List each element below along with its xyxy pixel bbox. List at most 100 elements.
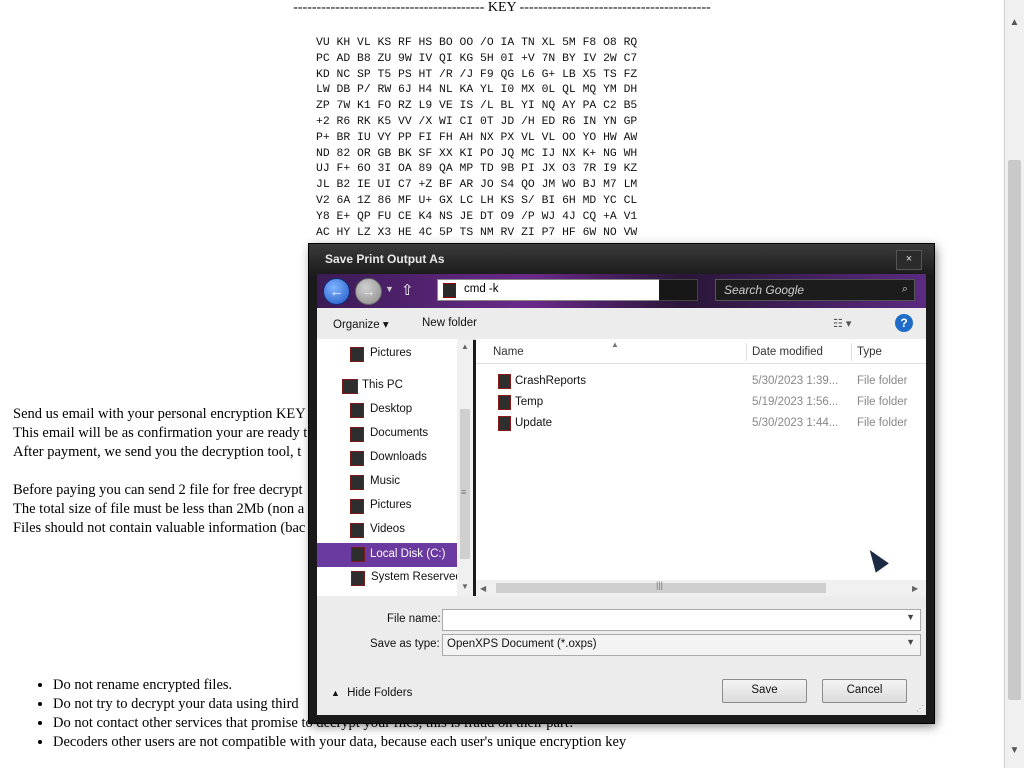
save-as-type-select[interactable]: OpenXPS Document (*.oxps) ▼	[442, 634, 921, 656]
file-name-field[interactable]: ▼	[442, 609, 921, 631]
key-line: AC HY LZ X3 HE 4C 5P TS NM RV ZI P7 HF 6…	[316, 226, 638, 239]
recent-locations-chevron-icon[interactable]: ▼	[385, 284, 394, 294]
nav-item-downloads[interactable]: Downloads	[350, 449, 462, 469]
encryption-key-block: VU KH VL KS RF HS BO OO /O IA TN XL 5M F…	[316, 36, 637, 241]
computer-icon	[342, 379, 358, 394]
nav-item-label: System Reserved	[371, 571, 462, 583]
file-date: 5/19/2023 1:56...	[752, 396, 839, 408]
nav-scroll-thumb[interactable]	[460, 409, 470, 559]
cancel-button[interactable]: Cancel	[822, 679, 907, 703]
hide-folders-toggle[interactable]: ▲ Hide Folders	[331, 687, 412, 699]
search-icon[interactable]: ⌕	[902, 283, 908, 296]
key-line: +2 R6 RK K5 VV /X WI CI 0T JD /H ED R6 I…	[316, 115, 638, 128]
file-row-temp[interactable]: Temp 5/19/2023 1:56... File folder	[476, 392, 926, 413]
address-bar[interactable]: cmd -k	[437, 279, 661, 301]
nav-item-label: Pictures	[370, 347, 412, 359]
save-options-area: File name: ▼ Save as type: OpenXPS Docum…	[317, 596, 926, 715]
key-line: JL B2 IE UI C7 +Z BF AR JO S4 QO JM WO B…	[316, 179, 638, 192]
instruction-line: Files should not contain valuable inform…	[13, 520, 306, 536]
scroll-down-arrow-icon[interactable]: ▼	[461, 582, 469, 591]
resize-grip-icon[interactable]: ⋰	[916, 704, 924, 713]
scroll-down-arrow-icon[interactable]: ▼	[1005, 742, 1024, 760]
navigation-pane: Pictures 📌 This PC Desktop Documents Dow…	[317, 339, 465, 596]
file-date: 5/30/2023 1:44...	[752, 417, 839, 429]
key-line: P+ BR IU VY PP FI FH AH NX PX VL VL OO Y…	[316, 131, 638, 144]
save-print-output-dialog: Save Print Output As × ← → ▼ ⇧ cmd -k Se…	[309, 244, 934, 723]
organize-button[interactable]: Organize ▾	[333, 317, 389, 331]
hide-folders-label: Hide Folders	[347, 687, 413, 699]
column-header-type[interactable]: Type	[857, 346, 882, 358]
scroll-up-arrow-icon[interactable]: ▲	[461, 342, 469, 351]
videos-folder-icon	[350, 523, 364, 538]
view-options-icon[interactable]: ☷ ▾	[833, 317, 851, 330]
nav-pane-scrollbar[interactable]: ▲ ≡ ▼	[457, 339, 473, 596]
column-headers: Name Date modified Type	[476, 339, 926, 364]
pictures-folder-icon	[350, 347, 364, 362]
nav-item-videos[interactable]: Videos	[350, 521, 462, 541]
key-line: KD NC SP T5 PS HT /R /J F9 QG L6 G+ LB X…	[316, 68, 638, 81]
file-date: 5/30/2023 1:39...	[752, 375, 839, 387]
scroll-up-arrow-icon[interactable]: ▲	[1005, 14, 1024, 32]
column-divider[interactable]	[851, 343, 852, 361]
dialog-titlebar[interactable]: Save Print Output As ×	[309, 244, 934, 274]
close-button[interactable]: ×	[896, 250, 922, 270]
file-row-crashreports[interactable]: CrashReports 5/30/2023 1:39... File fold…	[476, 371, 926, 392]
file-list-horizontal-scrollbar[interactable]: ◀ ||| ▶	[476, 580, 926, 596]
nav-item-system-reserved[interactable]: System Reserved	[351, 569, 465, 589]
file-type: File folder	[857, 417, 908, 429]
chevron-up-icon: ▲	[331, 688, 340, 698]
instruction-line: After payment, we send you the decryptio…	[13, 444, 302, 460]
key-line: PC AD B8 ZU 9W IV QI KG 5H 0I +V 7N BY I…	[316, 52, 638, 65]
save-as-type-value: OpenXPS Document (*.oxps)	[447, 638, 597, 650]
instruction-line: This email will be as confirmation your …	[13, 425, 308, 441]
key-heading: ----------------------------------------…	[293, 0, 711, 15]
chevron-down-icon[interactable]: ▼	[906, 612, 915, 622]
column-divider[interactable]	[746, 343, 747, 361]
nav-item-label: Videos	[370, 523, 405, 535]
column-header-name[interactable]: Name	[493, 346, 524, 358]
nav-item-music[interactable]: Music	[350, 473, 462, 493]
forward-arrow-icon[interactable]: →	[355, 278, 382, 305]
column-header-date-modified[interactable]: Date modified	[752, 346, 823, 358]
nav-item-documents[interactable]: Documents	[350, 425, 462, 445]
save-button[interactable]: Save	[722, 679, 807, 703]
folder-icon	[498, 374, 511, 389]
file-type: File folder	[857, 375, 908, 387]
nav-item-local-disk-c[interactable]: Local Disk (C:)	[317, 543, 465, 567]
page-scrollbar[interactable]: ▲ ▼	[1005, 0, 1024, 768]
documents-folder-icon	[350, 427, 364, 442]
file-row-update[interactable]: Update 5/30/2023 1:44... File folder	[476, 413, 926, 434]
address-dropdown[interactable]	[659, 279, 698, 301]
grip-icon: ≡	[461, 487, 467, 497]
up-folder-arrow-icon[interactable]: ⇧	[401, 281, 414, 299]
help-icon[interactable]: ?	[895, 314, 913, 332]
grip-icon: |||	[656, 580, 664, 590]
drive-icon	[351, 547, 365, 562]
nav-item-label: Local Disk (C:)	[370, 548, 446, 560]
key-line: LW DB P/ RW 6J H4 NL KA YL I0 MX 0L QL M…	[316, 84, 638, 97]
address-text: cmd -k	[464, 283, 499, 295]
nav-item-this-pc[interactable]: This PC	[342, 377, 462, 397]
warning-item: Decoders other users are not compatible …	[53, 733, 626, 752]
scroll-right-arrow-icon[interactable]: ▶	[912, 584, 918, 593]
scroll-left-arrow-icon[interactable]: ◀	[480, 584, 486, 593]
nav-item-pictures-pinned[interactable]: Pictures 📌	[350, 345, 460, 365]
nav-item-label: Pictures	[370, 499, 412, 511]
back-arrow-icon[interactable]: ←	[323, 278, 350, 305]
instruction-line: The total size of file must be less than…	[13, 501, 305, 517]
folder-icon	[498, 395, 511, 410]
new-folder-button[interactable]: New folder	[422, 317, 477, 329]
navigation-bar: ← → ▼ ⇧ cmd -k Search Google ⌕	[317, 274, 926, 308]
downloads-folder-icon	[350, 451, 364, 466]
page-scroll-thumb[interactable]	[1008, 160, 1021, 700]
drive-icon	[351, 571, 365, 586]
key-line: VU KH VL KS RF HS BO OO /O IA TN XL 5M F…	[316, 37, 638, 49]
dialog-title: Save Print Output As	[325, 252, 445, 266]
nav-item-desktop[interactable]: Desktop	[350, 401, 462, 421]
nav-item-pictures[interactable]: Pictures	[350, 497, 462, 517]
chevron-down-icon[interactable]: ▼	[906, 637, 915, 647]
file-list-pane: Name Date modified Type CrashReports 5/3…	[476, 339, 926, 596]
key-line: ND 82 OR GB BK SF XX KI PO JQ MC IJ NX K…	[316, 147, 638, 160]
search-input[interactable]: Search Google ⌕	[715, 279, 915, 301]
key-line: ZP 7W K1 FO RZ L9 VE IS /L BL YI NQ AY P…	[316, 100, 638, 113]
